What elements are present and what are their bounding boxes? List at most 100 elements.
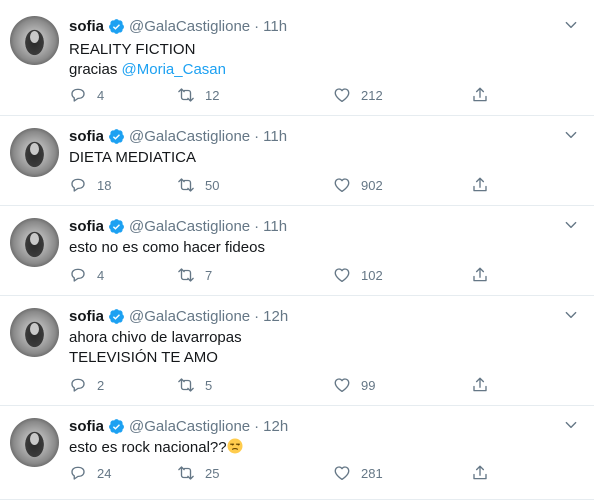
tweet-text: ahora chivo de lavarropas TELEVISIÓN TE …: [69, 328, 242, 368]
retweet-count: 7: [205, 267, 213, 283]
tweet[interactable]: sofia @GalaCastiglione · 11h esto no es …: [0, 206, 594, 296]
share-icon: [473, 177, 487, 192]
avatar[interactable]: [10, 128, 59, 177]
retweet-count: 50: [205, 177, 220, 193]
avatar[interactable]: [10, 218, 59, 267]
reply-button[interactable]: 18: [69, 176, 111, 194]
like-button[interactable]: 281: [333, 464, 383, 482]
user-handle[interactable]: @GalaCastiglione: [129, 128, 250, 145]
reply-count: 4: [97, 87, 105, 103]
like-count: 102: [361, 267, 383, 283]
share-button[interactable]: [471, 86, 489, 104]
tweet[interactable]: sofia @GalaCastiglione · 12h esto es roc…: [0, 406, 594, 500]
separator-dot: ·: [254, 127, 260, 145]
avatar[interactable]: [10, 308, 59, 357]
tweet-actions: 24 25 281: [69, 464, 499, 484]
share-button[interactable]: [471, 376, 489, 394]
user-handle[interactable]: @GalaCastiglione: [129, 308, 250, 325]
verified-badge-icon: [109, 308, 124, 324]
retweet-button[interactable]: 12: [177, 86, 219, 104]
retweet-icon: [178, 466, 194, 480]
tweet-feed: sofia @GalaCastiglione · 11h REALITY FIC…: [0, 0, 594, 500]
tweet-text-content: esto es rock nacional??: [69, 439, 227, 456]
like-count: 281: [361, 465, 383, 481]
tweet-actions: 18 50 902: [69, 176, 499, 196]
retweet-icon: [178, 88, 194, 102]
user-handle[interactable]: @GalaCastiglione: [129, 18, 250, 35]
separator-dot: ·: [254, 217, 260, 235]
tweet[interactable]: sofia @GalaCastiglione · 11h DIETA MEDIA…: [0, 116, 594, 206]
like-count: 902: [361, 177, 383, 193]
reply-button[interactable]: 2: [69, 376, 104, 394]
reply-button[interactable]: 4: [69, 266, 104, 284]
share-button[interactable]: [471, 464, 489, 482]
display-name[interactable]: sofia: [69, 128, 104, 145]
reply-count: 4: [97, 267, 105, 283]
tweet-text-line: REALITY FICTION: [69, 41, 196, 58]
tweet-text-line: DIETA MEDIATICA: [69, 149, 196, 166]
tweet-text-line: gracias @Moria_Casan: [69, 60, 226, 80]
timestamp[interactable]: 12h: [263, 308, 288, 325]
tweet-text-line: esto es rock nacional??: [69, 438, 243, 458]
timestamp[interactable]: 11h: [263, 218, 287, 235]
separator-dot: ·: [254, 417, 260, 435]
tweet-text-prefix: gracias: [69, 61, 122, 78]
heart-icon: [334, 268, 350, 283]
retweet-button[interactable]: 7: [177, 266, 212, 284]
chevron-down-icon[interactable]: [564, 128, 578, 142]
retweet-button[interactable]: 25: [177, 464, 219, 482]
reply-icon: [71, 268, 85, 282]
heart-icon: [334, 378, 350, 393]
display-name[interactable]: sofia: [69, 418, 104, 435]
tweet-text: esto es rock nacional??: [69, 438, 243, 458]
retweet-icon: [178, 268, 194, 282]
timestamp[interactable]: 12h: [263, 418, 288, 435]
user-handle[interactable]: @GalaCastiglione: [129, 418, 250, 435]
avatar[interactable]: [10, 16, 59, 65]
user-handle[interactable]: @GalaCastiglione: [129, 218, 250, 235]
display-name[interactable]: sofia: [69, 308, 104, 325]
retweet-count: 25: [205, 465, 220, 481]
reply-count: 24: [97, 465, 112, 481]
like-count: 99: [361, 377, 376, 393]
share-icon: [473, 377, 487, 392]
chevron-down-icon[interactable]: [564, 218, 578, 232]
chevron-down-icon[interactable]: [564, 308, 578, 322]
display-name[interactable]: sofia: [69, 218, 104, 235]
like-button[interactable]: 102: [333, 266, 383, 284]
share-icon: [473, 87, 487, 102]
unamused-face-emoji: [227, 438, 243, 454]
chevron-down-icon[interactable]: [564, 418, 578, 432]
share-icon: [473, 465, 487, 480]
tweet[interactable]: sofia @GalaCastiglione · 11h REALITY FIC…: [0, 0, 594, 116]
reply-icon: [71, 466, 85, 480]
avatar[interactable]: [10, 418, 59, 467]
like-button[interactable]: 99: [333, 376, 375, 394]
reply-button[interactable]: 4: [69, 86, 104, 104]
retweet-count: 12: [205, 87, 220, 103]
retweet-count: 5: [205, 377, 213, 393]
reply-count: 2: [97, 377, 105, 393]
like-button[interactable]: 212: [333, 86, 383, 104]
retweet-button[interactable]: 50: [177, 176, 219, 194]
mention-link[interactable]: @Moria_Casan: [122, 61, 226, 78]
display-name[interactable]: sofia: [69, 18, 104, 35]
tweet-text: DIETA MEDIATICA: [69, 148, 196, 168]
chevron-down-icon[interactable]: [564, 18, 578, 32]
retweet-button[interactable]: 5: [177, 376, 212, 394]
reply-button[interactable]: 24: [69, 464, 111, 482]
tweet-header: sofia @GalaCastiglione · 12h: [69, 416, 288, 436]
verified-badge-icon: [109, 218, 124, 234]
like-button[interactable]: 902: [333, 176, 383, 194]
tweet[interactable]: sofia @GalaCastiglione · 12h ahora chivo…: [0, 296, 594, 406]
share-button[interactable]: [471, 176, 489, 194]
tweet-header: sofia @GalaCastiglione · 11h: [69, 16, 287, 36]
tweet-text: REALITY FICTION gracias @Moria_Casan: [69, 40, 226, 80]
timestamp[interactable]: 11h: [263, 18, 287, 35]
tweet-header: sofia @GalaCastiglione · 11h: [69, 126, 287, 146]
verified-badge-icon: [109, 18, 124, 34]
like-count: 212: [361, 87, 383, 103]
timestamp[interactable]: 11h: [263, 128, 287, 145]
reply-icon: [71, 88, 85, 102]
share-button[interactable]: [471, 266, 489, 284]
